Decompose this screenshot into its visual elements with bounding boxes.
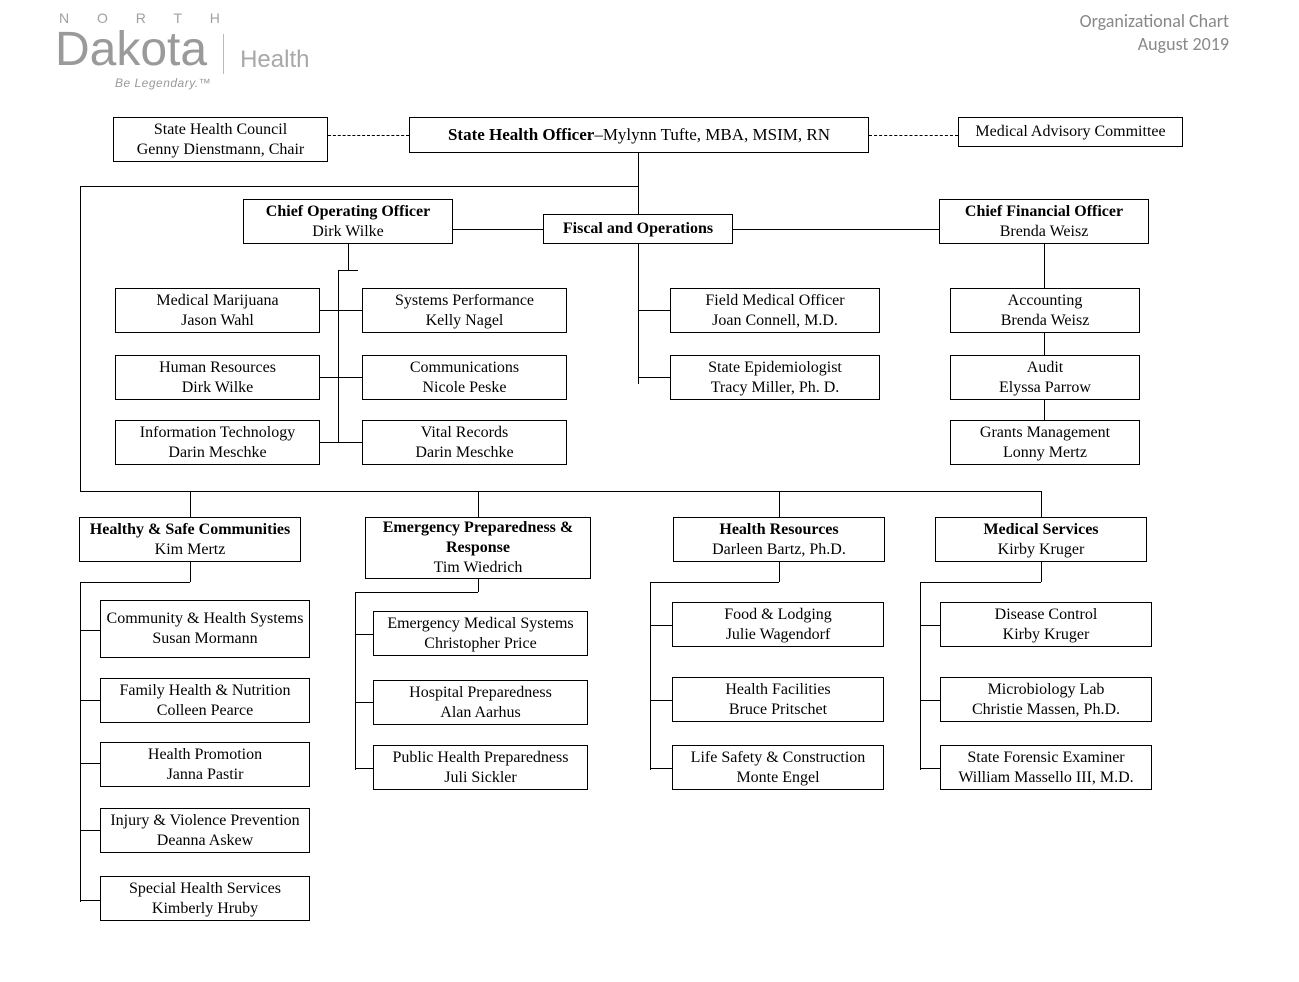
- box-public-health-preparedness: Public Health Preparedness Juli Sickler: [373, 745, 588, 790]
- box-emergency-medical-systems: Emergency Medical Systems Christopher Pr…: [373, 611, 588, 656]
- logo-health: Health: [240, 46, 309, 74]
- connector: [80, 630, 100, 631]
- connector: [80, 763, 100, 764]
- shc-name: Genny Dienstmann, Chair: [137, 140, 305, 160]
- connector: [779, 562, 780, 582]
- connector: [650, 625, 672, 626]
- connector: [320, 377, 362, 378]
- connector: [338, 270, 358, 271]
- connector: [338, 270, 339, 442]
- connector: [80, 830, 100, 831]
- connector-dashed-left: [328, 135, 409, 136]
- box-fiscal-ops: Fiscal and Operations: [543, 214, 733, 244]
- connector: [650, 768, 672, 769]
- connector: [355, 634, 373, 635]
- connector: [80, 900, 100, 901]
- box-life-safety-construction: Life Safety & Construction Monte Engel: [672, 745, 884, 790]
- box-emergency-preparedness: Emergency Preparedness & Response Tim Wi…: [365, 517, 591, 579]
- mac-title: Medical Advisory Committee: [975, 122, 1165, 142]
- connector: [638, 310, 670, 311]
- shc-title: State Health Council: [154, 120, 287, 140]
- logo-divider: [223, 34, 224, 74]
- connector: [779, 491, 780, 517]
- connector: [920, 582, 921, 770]
- box-cfo: Chief Financial Officer Brenda Weisz: [939, 199, 1149, 244]
- cfo-name: Brenda Weisz: [1000, 222, 1089, 242]
- connector: [355, 592, 478, 593]
- connector: [478, 579, 479, 592]
- box-human-resources: Human Resources Dirk Wilke: [115, 355, 320, 400]
- box-accounting: Accounting Brenda Weisz: [950, 288, 1140, 333]
- box-food-lodging: Food & Lodging Julie Wagendorf: [672, 602, 884, 647]
- connector: [920, 625, 940, 626]
- connector: [478, 491, 479, 517]
- connector: [348, 244, 349, 270]
- connector: [355, 702, 373, 703]
- connector-dashed-right: [869, 135, 958, 136]
- connector: [80, 582, 190, 583]
- box-health-resources: Health Resources Darleen Bartz, Ph.D.: [673, 517, 885, 562]
- connector: [80, 186, 638, 187]
- box-injury-violence-prevention: Injury & Violence Prevention Deanna Aske…: [100, 808, 310, 853]
- box-state-health-council: State Health Council Genny Dienstmann, C…: [113, 117, 328, 162]
- connector: [80, 700, 100, 701]
- header-title-line1: Organizational Chart: [1080, 10, 1229, 33]
- box-hospital-preparedness: Hospital Preparedness Alan Aarhus: [373, 680, 588, 725]
- connector: [638, 244, 639, 384]
- connector: [650, 582, 651, 770]
- fiscal-title: Fiscal and Operations: [563, 219, 713, 239]
- box-field-medical-officer: Field Medical Officer Joan Connell, M.D.: [670, 288, 880, 333]
- box-health-facilities: Health Facilities Bruce Pritschet: [672, 677, 884, 722]
- coo-title: Chief Operating Officer: [266, 202, 430, 222]
- box-state-forensic-examiner: State Forensic Examiner William Massello…: [940, 745, 1152, 790]
- box-special-health-services: Special Health Services Kimberly Hruby: [100, 876, 310, 921]
- connector: [650, 700, 672, 701]
- connector: [920, 700, 940, 701]
- connector: [355, 592, 356, 770]
- connector: [733, 229, 939, 230]
- box-state-epidemiologist: State Epidemiologist Tracy Miller, Ph. D…: [670, 355, 880, 400]
- connector: [1041, 562, 1042, 582]
- connector: [190, 562, 191, 582]
- connector: [638, 153, 639, 187]
- connector: [920, 768, 940, 769]
- connector: [80, 186, 81, 491]
- box-coo: Chief Operating Officer Dirk Wilke: [243, 199, 453, 244]
- sho-line: State Health Officer–Mylynn Tufte, MBA, …: [448, 124, 830, 145]
- box-medical-marijuana: Medical Marijuana Jason Wahl: [115, 288, 320, 333]
- box-vital-records: Vital Records Darin Meschke: [362, 420, 567, 465]
- box-audit: Audit Elyssa Parrow: [950, 355, 1140, 400]
- box-community-health-systems: Community & Health Systems Susan Mormann: [100, 600, 310, 658]
- box-medical-services: Medical Services Kirby Kruger: [935, 517, 1147, 562]
- box-disease-control: Disease Control Kirby Kruger: [940, 602, 1152, 647]
- connector: [1041, 491, 1042, 517]
- logo-dakota: Dakota: [55, 26, 207, 74]
- connector: [650, 582, 779, 583]
- box-health-promotion: Health Promotion Janna Pastir: [100, 742, 310, 787]
- box-family-health-nutrition: Family Health & Nutrition Colleen Pearce: [100, 678, 310, 723]
- box-medical-advisory: Medical Advisory Committee: [958, 117, 1183, 147]
- connector: [320, 310, 362, 311]
- nd-health-logo: N O R T H Dakota Health Be Legendary.™: [55, 10, 309, 90]
- connector: [320, 442, 362, 443]
- connector: [638, 377, 670, 378]
- coo-name: Dirk Wilke: [312, 222, 384, 242]
- box-grants-management: Grants Management Lonny Mertz: [950, 420, 1140, 465]
- box-information-technology: Information Technology Darin Meschke: [115, 420, 320, 465]
- box-systems-performance: Systems Performance Kelly Nagel: [362, 288, 567, 333]
- header-title-line2: August 2019: [1080, 33, 1229, 56]
- connector: [190, 491, 191, 517]
- connector: [355, 768, 373, 769]
- box-healthy-safe-communities: Healthy & Safe Communities Kim Mertz: [79, 517, 301, 562]
- cfo-title: Chief Financial Officer: [965, 202, 1123, 222]
- logo-tagline: Be Legendary.™: [115, 76, 309, 90]
- connector: [453, 229, 543, 230]
- box-communications: Communications Nicole Peske: [362, 355, 567, 400]
- connector: [80, 491, 1042, 492]
- connector: [920, 582, 1041, 583]
- header-title: Organizational Chart August 2019: [1080, 10, 1229, 55]
- box-microbiology-lab: Microbiology Lab Christie Massen, Ph.D.: [940, 677, 1152, 722]
- box-state-health-officer: State Health Officer–Mylynn Tufte, MBA, …: [409, 117, 869, 153]
